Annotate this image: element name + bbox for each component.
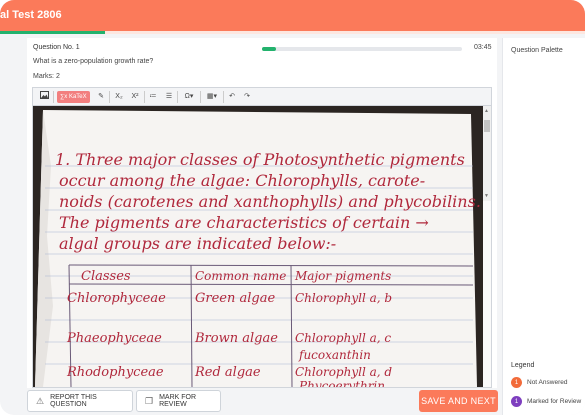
- handwriting-row-2-name: Brown algae: [194, 331, 278, 346]
- mark-for-review-label: MARK FOR REVIEW: [159, 394, 197, 408]
- question-text: What is a zero-population growth rate?: [33, 58, 154, 65]
- legend-title: Legend: [511, 362, 535, 369]
- handwriting-line-5: algal groups are indicated below:-: [59, 234, 336, 253]
- question-number: Question No. 1: [33, 44, 80, 51]
- handwriting-line-4: The pigments are characteristics of cert…: [59, 213, 429, 232]
- top-bar: al Test 2806: [0, 0, 585, 31]
- scroll-thumb[interactable]: [484, 120, 490, 132]
- handwritten-answer-image: 1. Three major classes of Photosynthetic…: [33, 106, 483, 387]
- ordered-list-icon[interactable]: ≔: [147, 91, 159, 103]
- marks-label: Marks: 2: [33, 73, 60, 80]
- handwriting-row-3-class: Rhodophyceae: [66, 365, 164, 380]
- report-question-button[interactable]: ⚠ REPORT THIS QUESTION: [27, 390, 133, 412]
- legend-marked-review: 1 Marked for Review: [511, 396, 581, 407]
- handwriting-row-3-name: Red algae: [194, 365, 261, 380]
- timer-fill: [262, 47, 276, 51]
- bookmark-icon: ❐: [145, 395, 154, 406]
- timer-text: 03:45: [474, 44, 492, 51]
- answer-editor[interactable]: ∑x KaTeX ✎ X₂ X² ≔ ☰ Ω▾ ▦▾ ↶ ↷ 1. Three …: [32, 87, 492, 388]
- handwriting-row-1-pigment: Chlorophyll a, b: [295, 291, 392, 305]
- test-title: al Test 2806: [0, 9, 62, 21]
- handwriting-row-2-pigment-2: fucoxanthin: [298, 348, 371, 362]
- handwriting-table-header-2: Common name: [195, 269, 286, 283]
- handwriting-line-3: noids (carotenes and xanthophylls) and p…: [59, 192, 481, 211]
- scroll-down-icon[interactable]: ▼: [484, 193, 489, 199]
- image-icon[interactable]: [38, 91, 50, 103]
- redo-icon[interactable]: ↷: [241, 91, 253, 103]
- editor-scrollbar[interactable]: ▲ ▼: [483, 106, 491, 201]
- editor-toolbar: ∑x KaTeX ✎ X₂ X² ≔ ☰ Ω▾ ▦▾ ↶ ↷: [33, 88, 491, 106]
- timer-bar: [262, 47, 462, 51]
- not-answered-label: Not Answered: [527, 379, 568, 386]
- unordered-list-icon[interactable]: ☰: [163, 91, 175, 103]
- test-progress-fill: [0, 31, 106, 34]
- handwriting-row-1-name: Green algae: [195, 291, 275, 306]
- subscript-icon[interactable]: X₂: [112, 91, 126, 103]
- bug-icon: ⚠: [36, 395, 45, 406]
- superscript-icon[interactable]: X²: [128, 91, 142, 103]
- app-window: al Test 2806 Question No. 1 03:45 What i…: [0, 0, 585, 415]
- katex-button[interactable]: ∑x KaTeX: [57, 91, 90, 103]
- legend-not-answered: 1 Not Answered: [511, 377, 567, 388]
- not-answered-badge: 1: [511, 377, 522, 388]
- question-panel: Question No. 1 03:45 What is a zero-popu…: [27, 38, 497, 388]
- handwriting-row-2-class: Phaeophyceae: [66, 331, 162, 346]
- report-question-label: REPORT THIS QUESTION: [50, 394, 97, 408]
- scroll-up-icon[interactable]: ▲: [484, 108, 489, 114]
- pen-icon[interactable]: ✎: [95, 91, 107, 103]
- handwriting-table-header-1: Classes: [81, 269, 131, 284]
- question-palette-panel: Question Palette Legend 1 Not Answered 1…: [502, 38, 585, 415]
- mark-for-review-button[interactable]: ❐ MARK FOR REVIEW: [136, 390, 221, 412]
- test-progress-bar: [0, 31, 585, 34]
- undo-icon[interactable]: ↶: [226, 91, 238, 103]
- marked-review-badge: 1: [511, 396, 522, 407]
- editor-content[interactable]: 1. Three major classes of Photosynthetic…: [33, 106, 491, 387]
- omega-icon[interactable]: Ω▾: [180, 91, 198, 103]
- save-and-next-button[interactable]: SAVE AND NEXT: [419, 390, 498, 412]
- handwriting-table-header-3: Major pigments: [294, 269, 391, 283]
- table-icon[interactable]: ▦▾: [203, 91, 221, 103]
- marked-review-label: Marked for Review: [527, 398, 582, 405]
- handwriting-line-1: 1. Three major classes of Photosynthetic…: [55, 150, 465, 169]
- handwriting-row-1-class: Chlorophyceae: [67, 291, 166, 306]
- handwriting-line-2: occur among the algae: Chlorophylls, car…: [59, 171, 425, 190]
- handwriting-row-3-pigment: Chlorophyll a, d: [295, 365, 392, 379]
- handwriting-row-2-pigment: Chlorophyll a, c: [295, 331, 391, 345]
- palette-title: Question Palette: [511, 47, 563, 54]
- handwriting-row-3-pigment-2: Phycoerythrin: [298, 379, 385, 387]
